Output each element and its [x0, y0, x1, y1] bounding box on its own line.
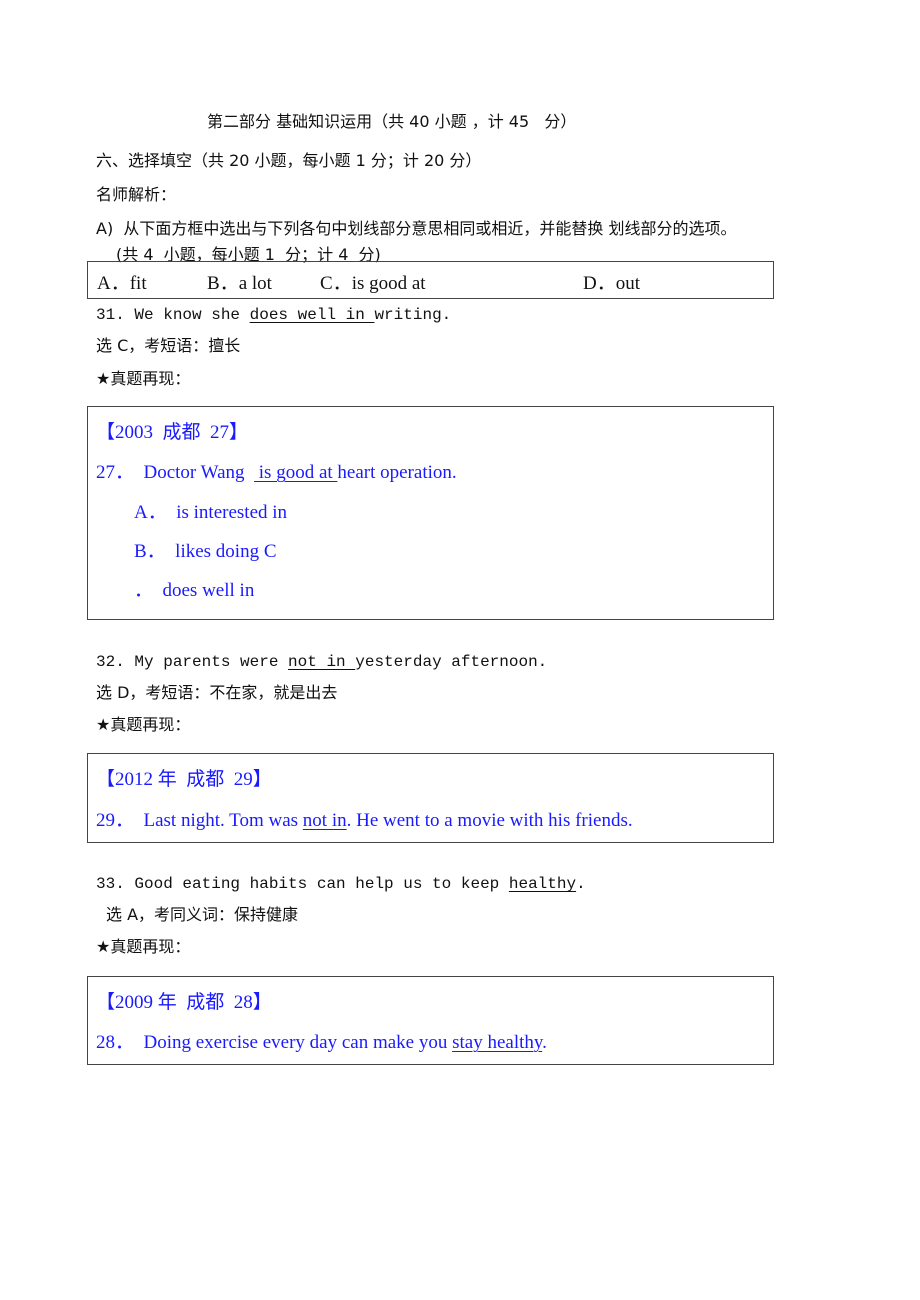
analysis-label: 名师解析：	[96, 185, 177, 204]
option-c: C．is good at	[320, 273, 426, 294]
recap-label-33: ★真题再现：	[96, 937, 191, 956]
exam-choice-b: B． likes doing C	[134, 541, 277, 562]
recap-label-31: ★真题再现：	[96, 369, 191, 388]
part-title: 第二部分 基础知识运用（共 40 小题 ，计 45 分）	[207, 112, 577, 131]
exam-box-33: 【2009 年 成都 28】 28． Doing exercise every …	[87, 976, 774, 1065]
recap-label-32: ★真题再现：	[96, 715, 191, 734]
answer-32: 选 D，考短语：不在家，就是出去	[96, 683, 338, 702]
section-title: 六、选择填空（共 20 小题，每小题 1 分；计 20 分）	[96, 151, 482, 170]
question-31: 31. We know she does well in writing.	[96, 306, 452, 324]
option-a: A．fit	[97, 273, 147, 294]
exam-box-31: 【2003 成都 27】 27． Doctor Wang is good at …	[87, 406, 774, 620]
answer-31: 选 C，考短语：擅长	[96, 336, 241, 355]
underlined-phrase: not in	[288, 653, 356, 671]
exam-box-32: 【2012 年 成都 29】 29． Last night. Tom was n…	[87, 753, 774, 843]
options-box: A．fit B．a lot C．is good at D．out	[87, 261, 774, 299]
exam-source: 【2012 年 成都 29】	[96, 769, 272, 790]
question-33: 33. Good eating habits can help us to ke…	[96, 875, 586, 893]
answer-33: 选 A，考同义词：保持健康	[106, 905, 299, 924]
question-32: 32. My parents were not in yesterday aft…	[96, 653, 548, 671]
underlined-phrase: is good at	[254, 462, 338, 483]
underlined-phrase: does well in	[249, 306, 375, 324]
exam-stem: 29． Last night. Tom was not in. He went …	[96, 810, 633, 831]
option-b: B．a lot	[207, 273, 272, 294]
option-d: D．out	[583, 273, 641, 294]
exam-source: 【2003 成都 27】	[96, 422, 249, 443]
exam-choice-c: ． does well in	[134, 580, 255, 601]
underlined-phrase: healthy	[508, 875, 577, 893]
exam-stem: 27． Doctor Wang is good at heart operati…	[96, 462, 457, 483]
instruction-line-1: A) 从下面方框中选出与下列各句中划线部分意思相同或相近，并能替换 划线部分的选…	[96, 219, 737, 238]
underlined-phrase: stay healthy	[452, 1032, 543, 1053]
exam-source: 【2009 年 成都 28】	[96, 992, 272, 1013]
exam-choice-a: A． is interested in	[134, 502, 288, 523]
exam-stem: 28． Doing exercise every day can make yo…	[96, 1032, 547, 1053]
underlined-phrase: not in	[302, 810, 347, 831]
